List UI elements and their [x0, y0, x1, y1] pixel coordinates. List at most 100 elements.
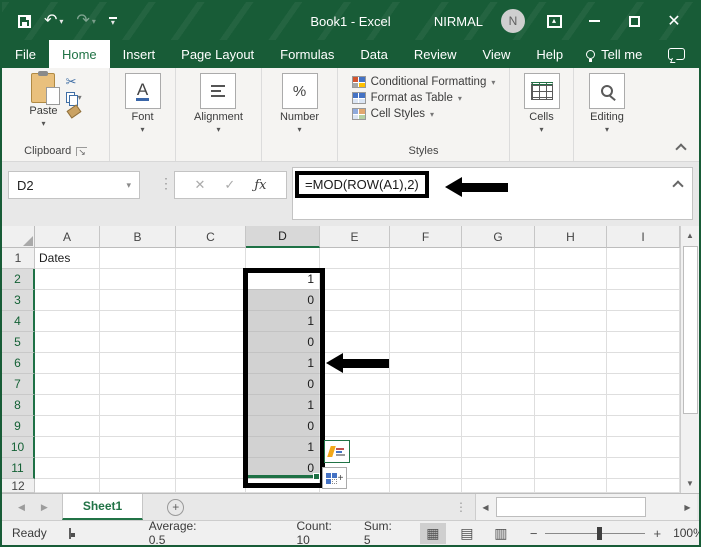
- cell-D3[interactable]: 0: [246, 290, 320, 311]
- cell[interactable]: [390, 269, 462, 290]
- format-as-table-button[interactable]: Format as Table ▾: [351, 92, 462, 104]
- tab-home[interactable]: Home: [48, 40, 110, 68]
- cell[interactable]: [535, 311, 607, 332]
- copy-button[interactable]: ▾: [65, 92, 82, 106]
- cell[interactable]: [607, 458, 680, 479]
- tab-data[interactable]: Data: [347, 40, 400, 68]
- splitter-dots-icon[interactable]: ⋮: [447, 500, 475, 514]
- cell[interactable]: [535, 248, 607, 269]
- cell[interactable]: [535, 458, 607, 479]
- row-header-2[interactable]: 2: [2, 269, 35, 290]
- cell-styles-button[interactable]: Cell Styles ▾: [351, 108, 434, 120]
- cell[interactable]: [535, 332, 607, 353]
- cell[interactable]: [390, 248, 462, 269]
- tab-formulas[interactable]: Formulas: [267, 40, 347, 68]
- cell-D10[interactable]: 1: [246, 437, 320, 458]
- cell[interactable]: [607, 479, 680, 493]
- cell[interactable]: [35, 353, 100, 374]
- minimize-button[interactable]: [583, 9, 605, 33]
- cell-D7[interactable]: 0: [246, 374, 320, 395]
- row-header-12[interactable]: 12: [2, 479, 35, 493]
- cell[interactable]: [607, 290, 680, 311]
- cell[interactable]: [176, 269, 246, 290]
- cell[interactable]: [100, 290, 176, 311]
- cell[interactable]: [462, 374, 535, 395]
- cell-D9[interactable]: 0: [246, 416, 320, 437]
- cell[interactable]: [100, 416, 176, 437]
- enter-icon[interactable]: ✓: [224, 177, 235, 193]
- cell[interactable]: [607, 437, 680, 458]
- cell[interactable]: [35, 458, 100, 479]
- status-sum[interactable]: Sum: 5: [364, 519, 392, 545]
- new-sheet-button[interactable]: +: [167, 498, 185, 516]
- cell[interactable]: [176, 374, 246, 395]
- drag-dots-icon[interactable]: ⋮: [159, 175, 173, 192]
- zoom-out-button[interactable]: −: [530, 526, 538, 541]
- cell-D5[interactable]: 0: [246, 332, 320, 353]
- editing-menu-button[interactable]: Editing ▾: [589, 73, 625, 134]
- horizontal-scroll-thumb[interactable]: [496, 497, 646, 517]
- cell[interactable]: [176, 311, 246, 332]
- column-header-A[interactable]: A: [35, 226, 100, 248]
- cell[interactable]: [462, 332, 535, 353]
- clipboard-dialog-launcher[interactable]: ↘: [76, 146, 87, 156]
- cell[interactable]: [607, 269, 680, 290]
- user-name[interactable]: NIRMAL: [434, 14, 483, 29]
- cell[interactable]: [462, 479, 535, 493]
- vertical-scrollbar[interactable]: ▲ ▼: [680, 226, 699, 493]
- collapse-formula-bar-button[interactable]: [672, 180, 684, 192]
- column-header-H[interactable]: H: [535, 226, 607, 248]
- zoom-in-button[interactable]: +: [653, 526, 661, 541]
- next-sheet-button[interactable]: ▶: [41, 502, 48, 513]
- cell[interactable]: [535, 374, 607, 395]
- row-header-4[interactable]: 4: [2, 311, 35, 332]
- cell[interactable]: [176, 479, 246, 493]
- cell[interactable]: [100, 458, 176, 479]
- cell[interactable]: [535, 269, 607, 290]
- cell[interactable]: [462, 248, 535, 269]
- cell[interactable]: [320, 311, 390, 332]
- cell[interactable]: [535, 353, 607, 374]
- zoom-slider-thumb[interactable]: [597, 526, 603, 540]
- cell[interactable]: [462, 269, 535, 290]
- alignment-menu-button[interactable]: Alignment ▾: [194, 73, 243, 134]
- number-menu-button[interactable]: % Number ▾: [280, 73, 319, 134]
- cell[interactable]: [462, 395, 535, 416]
- undo-button[interactable]: ↶ ▾: [44, 13, 63, 29]
- cell[interactable]: [100, 353, 176, 374]
- cell[interactable]: [100, 332, 176, 353]
- cell[interactable]: [35, 395, 100, 416]
- zoom-level[interactable]: 100%: [673, 526, 699, 540]
- cell[interactable]: [100, 395, 176, 416]
- cell[interactable]: [462, 353, 535, 374]
- tab-review[interactable]: Review: [401, 40, 470, 68]
- row-header-10[interactable]: 10: [2, 437, 35, 458]
- cell-D6[interactable]: 1: [246, 353, 320, 374]
- paste-button[interactable]: Paste ▾: [29, 71, 61, 128]
- cell[interactable]: [35, 479, 100, 493]
- cell[interactable]: [535, 437, 607, 458]
- cell-D2[interactable]: 1: [246, 269, 320, 290]
- cell[interactable]: [176, 437, 246, 458]
- cell[interactable]: [100, 374, 176, 395]
- scroll-right-button[interactable]: ▶: [678, 494, 697, 520]
- cell[interactable]: [607, 311, 680, 332]
- tab-help[interactable]: Help: [523, 40, 576, 68]
- feedback-icon[interactable]: [668, 48, 685, 63]
- column-header-C[interactable]: C: [176, 226, 246, 248]
- cells-menu-button[interactable]: Cells ▾: [523, 73, 560, 134]
- page-break-view-button[interactable]: ▥: [488, 523, 514, 544]
- cell[interactable]: [607, 248, 680, 269]
- cell[interactable]: [462, 416, 535, 437]
- cell[interactable]: [100, 437, 176, 458]
- cell[interactable]: [390, 311, 462, 332]
- cell[interactable]: [462, 311, 535, 332]
- cell[interactable]: [390, 332, 462, 353]
- close-button[interactable]: ✕: [663, 9, 685, 33]
- column-header-D[interactable]: D: [246, 226, 320, 248]
- cell[interactable]: [320, 416, 390, 437]
- page-layout-view-button[interactable]: ▤: [454, 523, 480, 544]
- cell-D11[interactable]: 0: [246, 458, 320, 479]
- cell[interactable]: [100, 269, 176, 290]
- ribbon-display-options-button[interactable]: ▴: [543, 9, 565, 33]
